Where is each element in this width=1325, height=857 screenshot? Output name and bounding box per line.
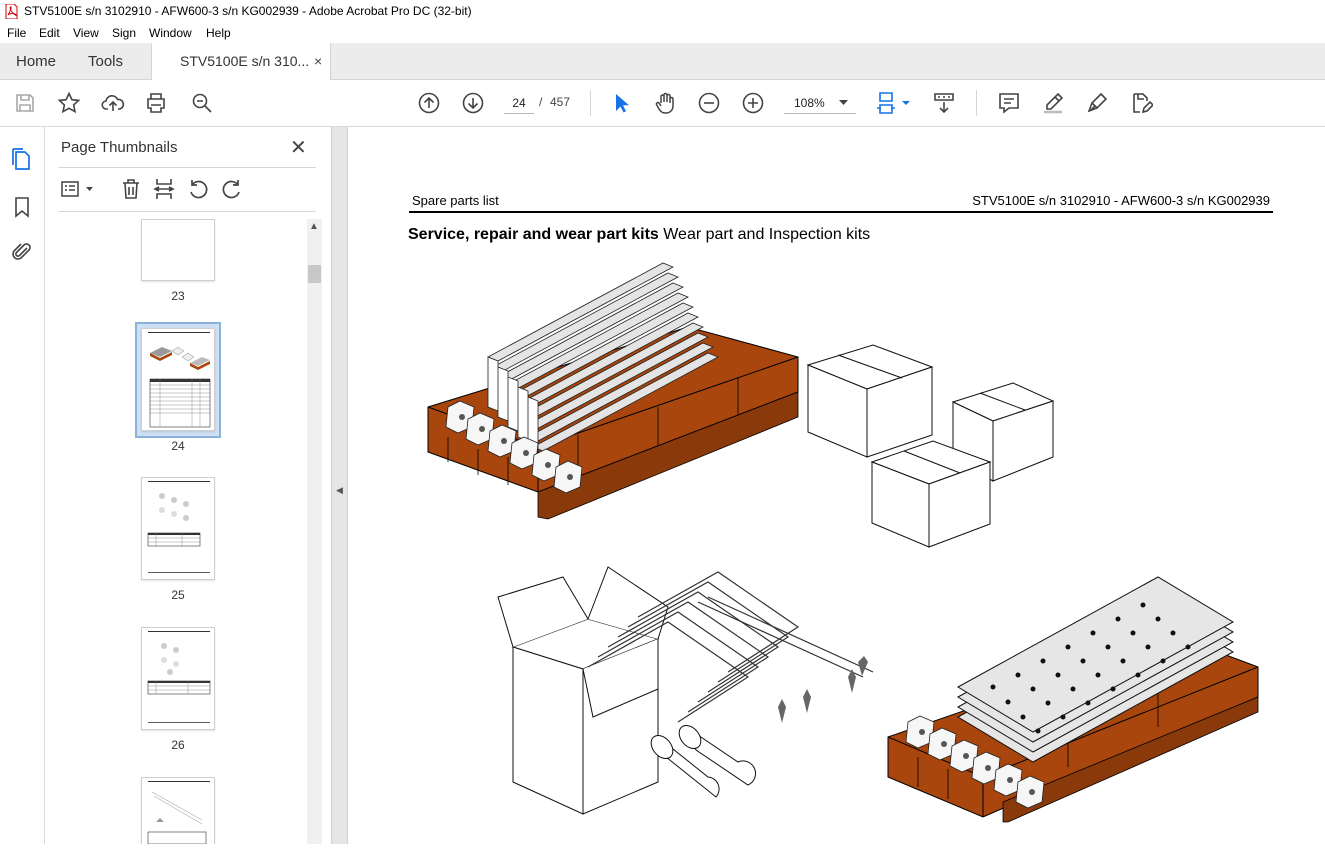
panel-toolbar-divider (59, 211, 316, 212)
zoom-out-icon[interactable] (696, 90, 722, 116)
page-header-right: STV5100E s/n 3102910 - AFW600-3 s/n KG00… (972, 193, 1270, 208)
print-icon[interactable] (143, 90, 169, 116)
tab-document[interactable]: STV5100E s/n 310... × (151, 43, 331, 81)
panel-collapse-handle[interactable]: ◀ (331, 127, 348, 844)
window-title: STV5100E s/n 3102910 - AFW600-3 s/n KG00… (24, 4, 472, 18)
total-pages: 457 (550, 95, 571, 109)
thumbnail-label-24: 24 (171, 439, 185, 453)
edit-pdf-icon[interactable] (1128, 90, 1154, 116)
zoom-level-select[interactable]: 108% (784, 92, 856, 114)
wear-part-pallet-left (427, 262, 799, 520)
wear-part-pallet-right (887, 576, 1259, 823)
zoom-level-value: 108% (794, 96, 825, 110)
zoom-search-icon[interactable] (189, 90, 215, 116)
menu-sign[interactable]: Sign (112, 26, 136, 40)
thumbnail-25-preview (147, 481, 210, 573)
page-separator: / (539, 95, 543, 109)
scrollbar-thumb[interactable] (308, 265, 321, 283)
bookmarks-icon[interactable] (10, 195, 34, 219)
spare-part-boxes (806, 344, 1055, 548)
thumbnail-page-26[interactable] (141, 627, 215, 730)
thumbnail-label-25: 25 (171, 588, 185, 602)
page-header-left: Spare parts list (412, 193, 499, 208)
tab-tools[interactable]: Tools (75, 43, 150, 80)
chevron-down-icon (839, 100, 848, 105)
thumbnail-list: 23 24 25 26 (59, 219, 309, 844)
header-rule (409, 211, 1273, 213)
title-bar: STV5100E s/n 3102910 - AFW600-3 s/n KG00… (0, 0, 1325, 23)
toolbar: 24 / 457 108% (0, 80, 1325, 127)
comment-icon[interactable] (996, 90, 1022, 116)
thumbnail-24-preview (148, 332, 211, 428)
scroll-up-icon[interactable]: ▲ (309, 221, 319, 232)
sign-pen-icon[interactable] (1084, 90, 1110, 116)
page-thumbnails-icon[interactable] (10, 147, 34, 171)
menu-help[interactable]: Help (206, 26, 231, 40)
next-page-icon[interactable] (460, 90, 486, 116)
rotate-clockwise-icon[interactable] (220, 177, 244, 201)
toolbar-divider (590, 90, 591, 116)
page-number-input[interactable]: 24 (504, 92, 534, 114)
tab-bar: Home Tools STV5100E s/n 310... × (0, 43, 1325, 81)
rotate-counterclockwise-icon[interactable] (186, 177, 210, 201)
bookmark-star-icon[interactable] (56, 90, 82, 116)
tab-document-label: STV5100E s/n 310... (180, 53, 310, 69)
section-heading-rest: Wear part and Inspection kits (658, 226, 871, 243)
thumbnail-page-27[interactable] (141, 777, 215, 844)
select-pointer-icon[interactable] (608, 90, 634, 116)
tab-home[interactable]: Home (0, 43, 75, 80)
page-fit-icon[interactable] (874, 90, 914, 116)
panel-title: Page Thumbnails (61, 139, 178, 156)
menu-file[interactable]: File (7, 26, 26, 40)
collapse-arrow-icon[interactable]: ◀ (336, 485, 343, 496)
insert-page-icon[interactable] (152, 177, 176, 201)
thumbnail-scrollbar[interactable]: ▲ (307, 219, 322, 844)
panel-divider (59, 167, 316, 168)
menu-view[interactable]: View (73, 26, 99, 40)
upload-cloud-icon[interactable] (100, 90, 126, 116)
menu-bar: File Edit View Sign Window Help (0, 23, 1325, 43)
thumbnail-page-24[interactable] (141, 328, 215, 431)
scroll-mode-icon[interactable] (931, 90, 957, 116)
hand-tool-icon[interactable] (652, 90, 678, 116)
thumbnail-label-23: 23 (171, 289, 185, 303)
parts-illustration (427, 262, 1259, 823)
left-navigation-rail (0, 127, 45, 844)
highlight-pen-icon[interactable] (1040, 90, 1066, 116)
thumbnail-options-icon[interactable] (59, 177, 95, 201)
menu-window[interactable]: Window (149, 26, 192, 40)
thumbnail-26-preview (147, 631, 211, 723)
menu-edit[interactable]: Edit (39, 26, 60, 40)
zoom-in-icon[interactable] (740, 90, 766, 116)
document-view: Spare parts list STV5100E s/n 3102910 - … (348, 127, 1325, 844)
tab-close-icon[interactable]: × (314, 53, 322, 69)
panel-close-icon[interactable]: ✕ (290, 135, 307, 160)
tab-home-label: Home (16, 53, 57, 70)
toolbar-divider-2 (976, 90, 977, 116)
delete-page-icon[interactable] (119, 177, 143, 201)
section-heading: Service, repair and wear part kits Wear … (408, 226, 870, 244)
sensors (778, 656, 868, 723)
cylinder-rolls (650, 724, 757, 798)
thumbnail-page-25[interactable] (141, 477, 215, 580)
open-carton (497, 566, 669, 815)
acrobat-icon (5, 4, 18, 19)
save-icon[interactable] (12, 90, 38, 116)
previous-page-icon[interactable] (416, 90, 442, 116)
section-heading-bold: Service, repair and wear part kits (408, 226, 659, 243)
thumbnail-label-26: 26 (171, 738, 185, 752)
attachments-paperclip-icon[interactable] (10, 240, 34, 264)
thumbnail-27-preview (147, 781, 210, 844)
thumbnail-page-23[interactable] (141, 219, 215, 281)
page-thumbnails-panel: Page Thumbnails ✕ 23 24 25 26 ▲ (45, 127, 331, 844)
tab-tools-label: Tools (88, 53, 124, 70)
